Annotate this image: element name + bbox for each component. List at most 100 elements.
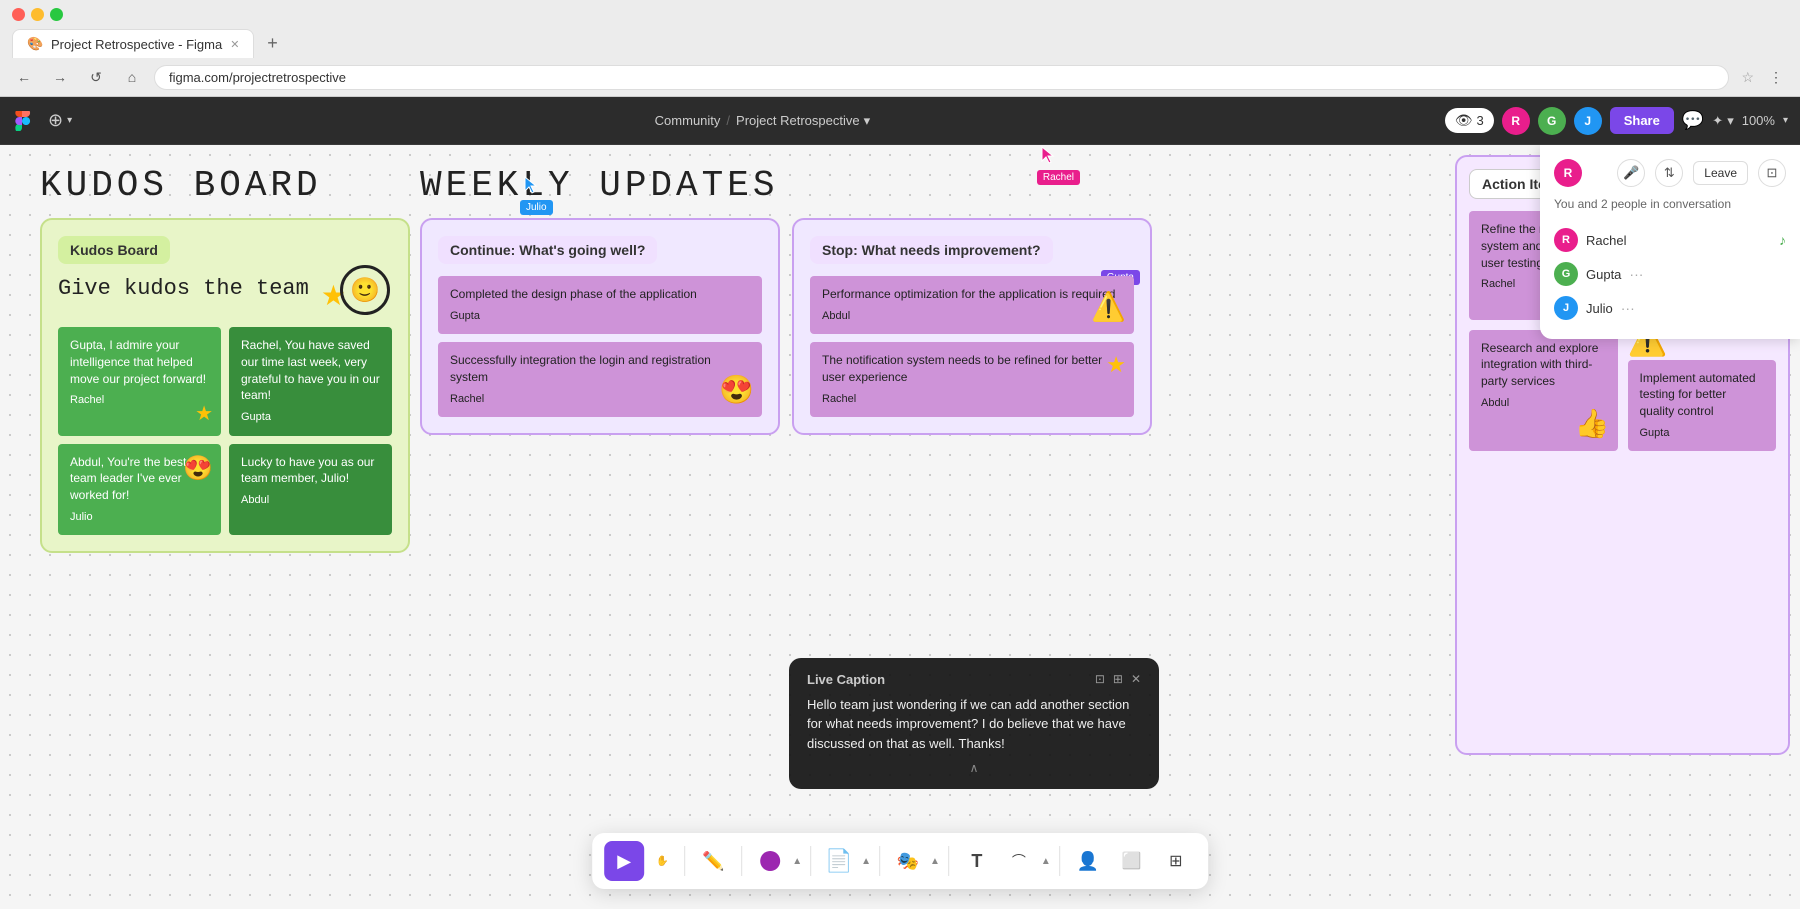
tab-title: Project Retrospective - Figma: [51, 37, 222, 52]
observer-icon: 👁: [1455, 112, 1473, 129]
kudos-note-4[interactable]: Lucky to have you as our team member, Ju…: [229, 444, 392, 536]
star-icon-stop: ★: [1106, 350, 1126, 381]
reload-button[interactable]: ↺: [82, 63, 110, 91]
title-bar: [0, 0, 1800, 29]
action-note-3[interactable]: Research and explore integration with th…: [1469, 330, 1618, 452]
frame-tool-button[interactable]: ⬜: [1112, 841, 1152, 881]
avatar-rachel[interactable]: R: [1502, 107, 1530, 135]
action-note-3-text: Research and explore integration with th…: [1481, 341, 1598, 389]
kudos-note-4-author: Abdul: [241, 493, 380, 508]
continue-note-2[interactable]: Successfully integration the login and r…: [438, 342, 762, 417]
heart-eyes-icon: 😍: [719, 370, 754, 409]
figma-logo[interactable]: [12, 111, 32, 131]
live-caption-collapse-icon[interactable]: ∧: [807, 761, 1141, 775]
stop-note-2-text: The notification system needs to be refi…: [822, 353, 1102, 384]
move-tool-icon: ⊕: [48, 110, 63, 131]
breadcrumb-community[interactable]: Community: [655, 113, 721, 128]
updates-section: WEEKLY UPDATES Rachel Julio Continue: Wh…: [420, 165, 1180, 435]
voice-panel: R 🎤 ⇅ Leave ⊡ You and 2 people in conver…: [1540, 145, 1800, 339]
observers-button[interactable]: 👁 3: [1445, 108, 1494, 133]
star-decoration-icon: ★: [195, 400, 213, 428]
live-caption-close-icon[interactable]: ✕: [1131, 672, 1141, 686]
text-tool-group: T ⌒ ▲: [957, 841, 1051, 881]
live-caption-expand-icon[interactable]: ⊞: [1113, 672, 1123, 686]
kudos-note-2[interactable]: Rachel, You have saved our time last wee…: [229, 327, 392, 436]
live-caption-pip-icon[interactable]: ⊡: [1095, 672, 1105, 686]
text-tool-button[interactable]: T: [957, 841, 997, 881]
avatar-rachel-voice: R: [1554, 228, 1578, 252]
chat-icon[interactable]: 💬: [1682, 110, 1704, 131]
shape-purple-tool[interactable]: [750, 841, 790, 881]
home-button[interactable]: ⌂: [118, 63, 146, 91]
toolbar-center: Community / Project Retrospective ▾: [80, 113, 1445, 129]
zoom-dropdown-icon[interactable]: ▾: [1783, 115, 1788, 126]
breadcrumb-separator: /: [726, 113, 730, 128]
person-tool-button[interactable]: 👤: [1068, 841, 1108, 881]
stop-note-2[interactable]: The notification system needs to be refi…: [810, 342, 1134, 417]
zoom-level[interactable]: 100%: [1742, 113, 1775, 128]
maximize-button[interactable]: [50, 8, 63, 21]
kudos-note-3-author: Julio: [70, 510, 209, 525]
address-bar[interactable]: figma.com/projectretrospective: [154, 65, 1729, 90]
voice-participant-julio: J Julio ···: [1554, 291, 1786, 325]
select-tool-button[interactable]: ▶: [604, 841, 644, 881]
connector-tool-button[interactable]: ⌒: [999, 841, 1039, 881]
julio-cursor: Julio: [520, 175, 553, 215]
kudos-note-3[interactable]: Abdul, You're the best team leader I've …: [58, 444, 221, 536]
stop-label: Stop: What needs improvement?: [810, 236, 1053, 264]
minimize-button[interactable]: [31, 8, 44, 21]
audio-settings-button[interactable]: ⇅: [1655, 159, 1683, 187]
action-note-4[interactable]: Implement automated testing for better q…: [1628, 360, 1777, 452]
voice-participant-rachel: R Rachel ♪: [1554, 223, 1786, 257]
breadcrumb-project: Project Retrospective: [736, 113, 860, 128]
toolbar-left: ⊕ ▾: [12, 106, 80, 135]
tab-close-icon[interactable]: ✕: [230, 38, 239, 51]
stop-note-1-text: Performance optimization for the applica…: [822, 287, 1115, 301]
sticker-tool-button[interactable]: 🎭: [888, 841, 928, 881]
live-caption-controls: ⊡ ⊞ ✕: [1095, 672, 1141, 686]
select-tool-hand: ✋: [648, 847, 676, 875]
action-note-4-author: Gupta: [1640, 426, 1765, 441]
julio-cursor-label: Julio: [520, 200, 553, 215]
participant-name-gupta: Gupta: [1586, 267, 1621, 282]
new-tab-button[interactable]: +: [258, 30, 286, 58]
move-tool[interactable]: ⊕ ▾: [40, 106, 80, 135]
shape-tool-group: ▲: [750, 841, 802, 881]
smiley-face-icon: 🙂: [340, 265, 390, 315]
toolbar-separator-4: [879, 846, 880, 876]
continue-notes: Completed the design phase of the applic…: [438, 276, 762, 417]
bookmark-icon[interactable]: ☆: [1741, 69, 1754, 86]
close-button[interactable]: [12, 8, 25, 21]
leave-button[interactable]: Leave: [1693, 161, 1748, 185]
kudos-note-1[interactable]: Gupta, I admire your intelligence that h…: [58, 327, 221, 436]
continue-note-1[interactable]: Completed the design phase of the applic…: [438, 276, 762, 334]
share-screen-button[interactable]: ⊡: [1758, 159, 1786, 187]
share-button[interactable]: Share: [1610, 107, 1674, 134]
breadcrumb-dropdown-icon: ▾: [864, 113, 871, 129]
tab-bar: 🎨 Project Retrospective - Figma ✕ +: [0, 29, 1800, 58]
voice-controls: 🎤 ⇅ Leave ⊡: [1617, 159, 1786, 187]
sticky-tool-group: 📄 ▲: [819, 841, 871, 881]
menu-icon[interactable]: ⋮: [1762, 63, 1790, 91]
continue-note-1-text: Completed the design phase of the applic…: [450, 287, 697, 301]
heart-eyes-decoration: 😍: [183, 452, 213, 486]
stop-note-1-author: Abdul: [822, 309, 1122, 324]
avatar-gupta[interactable]: G: [1538, 107, 1566, 135]
select-tool-icon: ▶: [617, 851, 631, 872]
live-caption-header: Live Caption ⊡ ⊞ ✕: [807, 672, 1141, 687]
pencil-tool-button[interactable]: ✏️: [693, 841, 733, 881]
continue-label: Continue: What's going well?: [438, 236, 657, 264]
gupta-indicator: ···: [1629, 266, 1643, 282]
ai-button[interactable]: ✦ ▾: [1712, 113, 1733, 129]
forward-button[interactable]: →: [46, 63, 74, 91]
stop-note-1[interactable]: Performance optimization for the applica…: [810, 276, 1134, 334]
breadcrumb-title[interactable]: Project Retrospective ▾: [736, 113, 870, 129]
grid-tool-button[interactable]: ⊞: [1156, 841, 1196, 881]
active-tab[interactable]: 🎨 Project Retrospective - Figma ✕: [12, 29, 254, 58]
mute-button[interactable]: 🎤: [1617, 159, 1645, 187]
kudos-label: Kudos Board: [58, 236, 170, 264]
avatar-julio[interactable]: J: [1574, 107, 1602, 135]
back-button[interactable]: ←: [10, 63, 38, 91]
toolbar-separator-3: [810, 846, 811, 876]
sticky-tool-button[interactable]: 📄: [819, 841, 859, 881]
